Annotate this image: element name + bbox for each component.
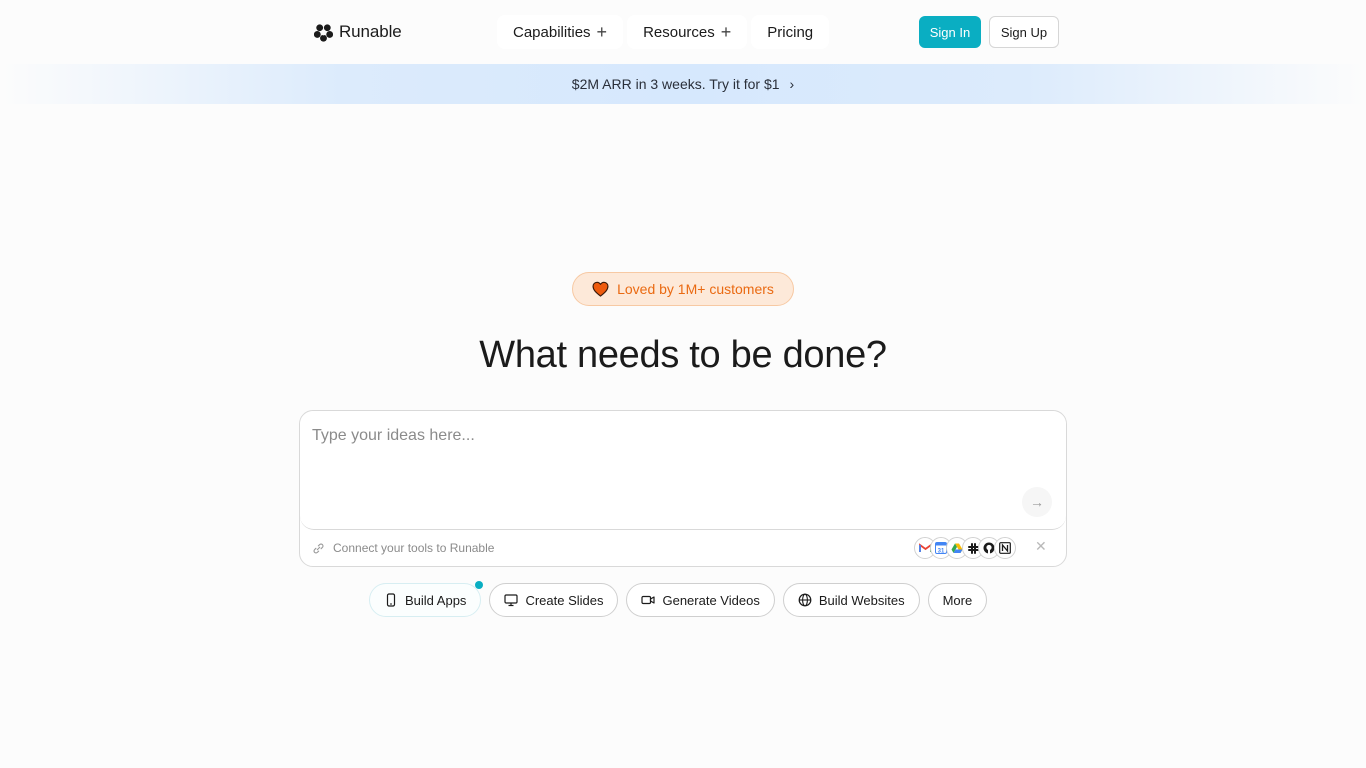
page-title: What needs to be done?	[479, 334, 887, 376]
chip-more[interactable]: More	[927, 583, 988, 617]
chip-generate-videos-label: Generate Videos	[662, 592, 760, 608]
quick-actions: Build Apps Create Slides Generate Videos…	[369, 581, 988, 617]
prompt-input[interactable]	[300, 411, 1066, 530]
promo-banner[interactable]: $2M ARR in 3 weeks. Try it for $1 ›	[0, 64, 1366, 104]
customers-badge-text: Loved by 1M+ customers	[617, 281, 774, 297]
plus-icon: +	[596, 22, 608, 42]
main-nav: Capabilities + Resources + Pricing	[497, 15, 830, 49]
new-indicator-dot	[475, 581, 484, 589]
notion-icon	[994, 537, 1016, 559]
arrow-right-icon: →	[1030, 494, 1044, 510]
sign-in-button[interactable]: Sign In	[919, 16, 981, 48]
runable-logo-icon	[314, 23, 333, 42]
send-button[interactable]: →	[1022, 487, 1052, 517]
svg-text:31: 31	[938, 549, 945, 555]
nav-pricing-label: Pricing	[767, 23, 814, 41]
close-icon[interactable]: ✕	[1035, 538, 1047, 555]
monitor-icon	[504, 594, 519, 607]
logo-text: Runable	[339, 22, 402, 41]
nav-capabilities-label: Capabilities	[513, 23, 591, 41]
nav-resources[interactable]: Resources +	[627, 15, 748, 49]
chip-build-websites-label: Build Websites	[818, 592, 905, 608]
tool-icons[interactable]: 31	[914, 537, 1016, 559]
connect-tools-link[interactable]: Connect your tools to Runable	[312, 537, 494, 559]
chip-build-apps-label: Build Apps	[405, 592, 467, 608]
globe-icon	[798, 593, 812, 607]
promo-banner-text: $2M ARR in 3 weeks. Try it for $1	[571, 76, 780, 92]
chip-build-websites[interactable]: Build Websites	[782, 583, 920, 617]
prompt-composer: → Connect your tools to Runable 31 ✕	[299, 410, 1067, 567]
nav-capabilities[interactable]: Capabilities +	[497, 15, 624, 49]
logo[interactable]: Runable	[314, 22, 402, 42]
heart-icon	[592, 281, 609, 297]
nav-pricing[interactable]: Pricing	[751, 15, 830, 49]
sign-up-button[interactable]: Sign Up	[989, 16, 1059, 48]
chip-generate-videos[interactable]: Generate Videos	[626, 583, 775, 617]
video-icon	[641, 595, 656, 605]
chip-create-slides[interactable]: Create Slides	[489, 583, 619, 617]
chip-create-slides-label: Create Slides	[525, 592, 604, 608]
customers-badge: Loved by 1M+ customers	[572, 272, 794, 306]
phone-icon	[386, 593, 396, 607]
site-header: Runable Capabilities + Resources + Prici…	[0, 0, 1366, 64]
chevron-right-icon: ›	[789, 76, 795, 92]
chip-more-label: More	[942, 592, 973, 608]
chip-build-apps[interactable]: Build Apps	[369, 581, 484, 617]
plus-icon: +	[720, 22, 732, 42]
link-icon	[313, 543, 324, 553]
nav-resources-label: Resources	[643, 23, 715, 41]
connect-tools-text: Connect your tools to Runable	[333, 541, 495, 555]
